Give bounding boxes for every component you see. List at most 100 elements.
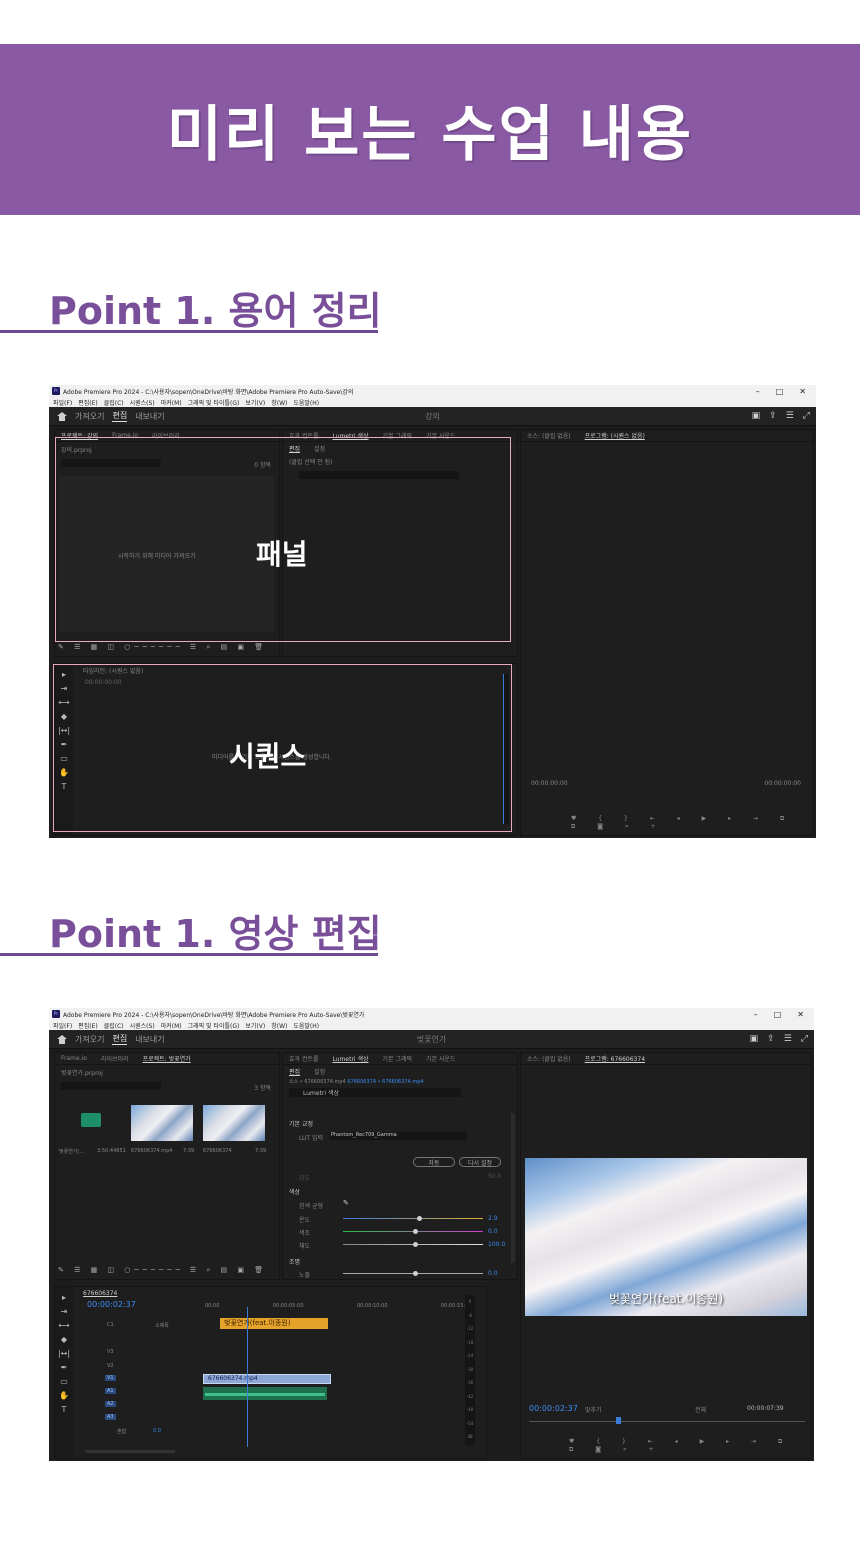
tab-sequence[interactable]: 676606374 [83,1290,117,1297]
audio-clip[interactable] [203,1387,327,1400]
menu-marker[interactable]: 마커(M) [161,398,182,407]
temperature-value[interactable]: 2.9 [488,1215,498,1222]
home-icon[interactable] [57,411,67,421]
menu-help[interactable]: 도움말(H) [293,398,319,407]
tab-project[interactable]: 프로젝트: 벚꽃연가 [143,1054,191,1063]
tab-edit[interactable]: 편집 [112,1033,128,1045]
maximize-icon[interactable]: □ [776,387,784,396]
timeline-timecode[interactable]: 00:00:02:37 [87,1300,136,1309]
lumetri-scrollbar[interactable] [511,1113,515,1263]
program-timecode[interactable]: 00:00:02:37 [529,1404,578,1413]
tab-edit[interactable]: 편집 [112,410,128,422]
minimize-icon[interactable]: – [756,387,760,396]
minimize-icon[interactable]: – [754,1010,758,1019]
tab-essential-graphics[interactable]: 기본 그래픽 [383,1054,413,1063]
track-c1[interactable]: C1 [107,1322,114,1328]
auto-button[interactable]: 자동 [413,1157,455,1167]
tab-program[interactable]: 프로그램: 676606374 [585,1054,645,1063]
tab-source[interactable]: 소스: (클립 없음) [527,1054,571,1063]
tab-library[interactable]: 라이브러리 [101,1054,129,1063]
exposure-slider[interactable] [343,1271,483,1276]
title-clip[interactable]: 벚꽃연가(feat.이종원) [220,1318,328,1329]
tab-essential-sound[interactable]: 기본 사운드 [426,1054,456,1063]
project-panel-footer[interactable]: ✎ ☰ ▦ ◫ ○────── ☰ ⌕ ▤ ▣ 🗑 [54,643,280,655]
light-section-header[interactable]: 조명 [289,1257,300,1266]
reset-button[interactable]: 다시 설정 [459,1157,501,1167]
timeline-playhead[interactable] [247,1307,248,1447]
exposure-value[interactable]: 0.0 [488,1270,498,1277]
tint-slider[interactable] [343,1229,483,1234]
menu-sequence[interactable]: 시퀀스(S) [130,398,155,407]
menu-edit[interactable]: 편집(E) [78,1021,98,1030]
home-icon[interactable] [57,1034,67,1044]
video-clip[interactable]: 676606374.mp4 [203,1374,331,1384]
close-icon[interactable]: ✕ [799,387,806,396]
tab-source[interactable]: 소스: (클립 없음) [527,431,571,440]
track-a1[interactable]: A1 [105,1388,116,1394]
share-icon[interactable]: ⇪ [767,1034,775,1044]
temperature-slider[interactable] [343,1216,483,1221]
layout-icon[interactable]: ▣ [750,1034,759,1044]
menu-file[interactable]: 파일(F) [53,398,72,407]
layout-icon[interactable]: ▣ [752,411,761,421]
menu-graphics[interactable]: 그래픽 및 타이틀(G) [188,398,240,407]
program-playhead[interactable] [616,1417,621,1424]
subtab-edit[interactable]: 편집 [289,1067,300,1076]
eyedropper-icon[interactable]: ✎ [343,1199,349,1207]
fullscreen-icon[interactable]: ⤢ [801,1034,808,1044]
transport-controls[interactable]: ♥ { } ⇤ ◂ ▶ ▸ ⇥ ⧉ ⧉ ◙ » + [571,815,813,831]
maximize-icon[interactable]: □ [774,1010,782,1019]
tint-value[interactable]: 0.0 [488,1228,498,1235]
menu-help[interactable]: 도움말(H) [293,1021,319,1030]
tab-effect-controls[interactable]: 효과 컨트롤 [289,1054,319,1063]
track-v1[interactable]: V1 [105,1375,116,1381]
menu-graphics[interactable]: 그래픽 및 타이틀(G) [188,1021,240,1030]
clip-thumbnail[interactable] [203,1105,265,1141]
timeline-zoom-scrollbar[interactable] [85,1450,175,1453]
transport-controls[interactable]: ♥ { } ⇤ ◂ ▶ ▸ ⇥ ⧉ ⧉ ◙ » + [569,1438,811,1454]
fullscreen-icon[interactable]: ⤢ [803,411,810,421]
menu-clip[interactable]: 클립(C) [104,1021,124,1030]
clip-thumbnail[interactable] [131,1105,193,1141]
lut-dropdown[interactable]: Phantom_Rec709_Gamma [329,1132,467,1140]
menu-view[interactable]: 보기(V) [245,398,265,407]
track-v2[interactable]: V2 [107,1363,114,1369]
menu-view[interactable]: 보기(V) [245,1021,265,1030]
source-line[interactable]: 소스 • 676606374.mp4 [289,1079,346,1085]
tab-program[interactable]: 프로그램: (시퀀스 없음) [585,431,645,440]
fx-dropdown[interactable]: Lumetri 색상 [289,1088,461,1097]
tab-import[interactable]: 가져오기 [75,1034,104,1045]
share-icon[interactable]: ⇪ [769,411,777,421]
menu-clip[interactable]: 클립(C) [104,398,124,407]
tab-export[interactable]: 내보내기 [135,1034,164,1045]
close-icon[interactable]: ✕ [797,1010,804,1019]
tab-import[interactable]: 가져오기 [75,411,104,422]
menu-window[interactable]: 창(W) [271,398,287,407]
menu-marker[interactable]: 마커(M) [161,1021,182,1030]
menu-file[interactable]: 파일(F) [53,1021,72,1030]
track-a2[interactable]: A2 [105,1401,116,1407]
fit-dropdown[interactable]: 맞추기 [585,1405,602,1414]
source-link[interactable]: 676606374 • 676606374.mp4 [347,1079,423,1085]
workspace-menu-icon[interactable]: ☰ [784,1034,792,1044]
program-scrubber[interactable] [529,1421,805,1422]
master-volume[interactable]: 0.0 [153,1428,161,1434]
project-search-input[interactable] [61,1082,161,1090]
bin-item[interactable] [59,1105,129,1143]
color-section-header[interactable]: 색상 [289,1187,300,1196]
tools-bar[interactable]: ▸ ⇥ ⟷ ◆ |↔| ✒ ▭ ✋ T [55,1287,73,1458]
menu-window[interactable]: 창(W) [271,1021,287,1030]
project-panel-footer[interactable]: ✎ ☰ ▦ ◫ ○────── ☰ ⌕ ▤ ▣ 🗑 [54,1266,280,1278]
track-v3[interactable]: V3 [107,1349,114,1355]
saturation-slider[interactable] [343,1242,483,1247]
tab-frameio[interactable]: Frame.io [61,1055,87,1062]
tab-lumetri[interactable]: Lumetri 색상 [333,1054,369,1063]
quality-dropdown[interactable]: 전체 [695,1405,706,1414]
subtab-settings[interactable]: 설정 [314,1067,325,1076]
basic-correction-header[interactable]: 기본 교정 [289,1119,313,1128]
tab-export[interactable]: 내보내기 [135,411,164,422]
menu-edit[interactable]: 편집(E) [78,398,98,407]
menu-sequence[interactable]: 시퀀스(S) [130,1021,155,1030]
saturation-value[interactable]: 100.0 [488,1241,505,1248]
workspace-menu-icon[interactable]: ☰ [786,411,794,421]
